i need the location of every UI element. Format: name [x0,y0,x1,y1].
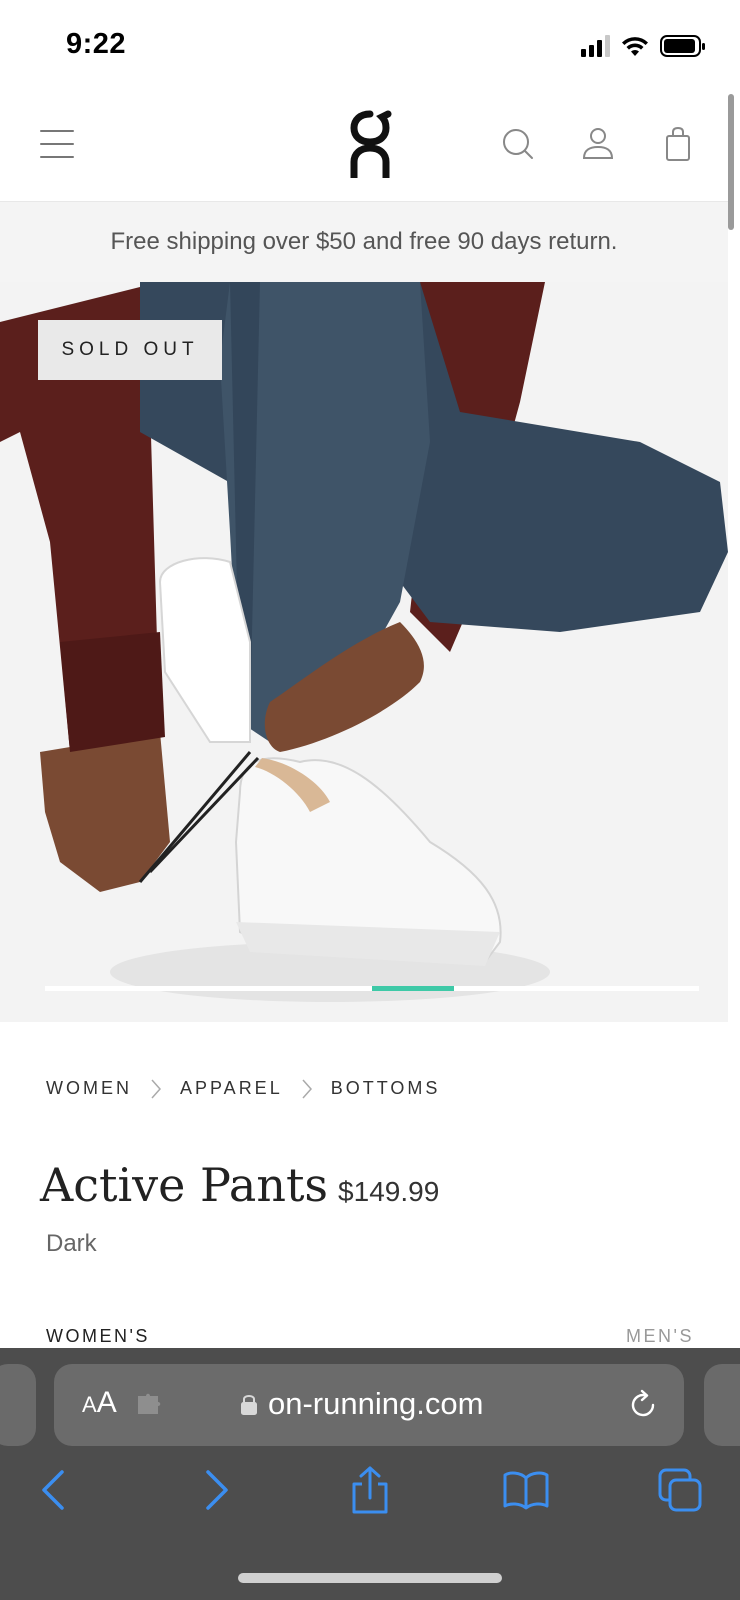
bookmarks-icon[interactable] [502,1466,550,1514]
product-title: Active Pants [40,1158,329,1212]
on-logo[interactable] [344,110,396,182]
wifi-icon [622,37,648,56]
home-indicator[interactable] [238,1573,502,1583]
product-price: $149.99 [338,1176,440,1207]
carousel-progress-indicator [372,986,454,991]
breadcrumb: WOMEN APPAREL BOTTOMS [46,1078,440,1099]
url-text: on-running.com [268,1386,484,1421]
tabs-icon[interactable] [656,1466,704,1514]
battery-icon [660,35,705,57]
size-category-tabs: WOMEN'S MEN'S [46,1326,694,1347]
sold-out-text: SOLD OUT [61,339,199,360]
tab-womens[interactable]: WOMEN'S [46,1326,150,1347]
reload-icon[interactable] [626,1388,660,1422]
breadcrumb-women[interactable]: WOMEN [46,1078,132,1099]
breadcrumb-apparel[interactable]: APPAREL [180,1078,283,1099]
sold-out-badge: SOLD OUT [38,320,222,380]
bag-icon[interactable] [658,124,698,164]
product-image-carousel[interactable]: SOLD OUT [0,282,728,1022]
product-color: Dark [46,1230,97,1257]
tab-mens[interactable]: MEN'S [626,1326,694,1347]
page-scrollbar[interactable] [728,94,734,230]
site-header [0,92,728,202]
status-bar: 9:22 [0,0,740,92]
browser-toolbar [0,1466,740,1526]
extension-puzzle-icon[interactable] [136,1392,166,1418]
cellular-signal-icon [581,35,610,57]
account-icon[interactable] [578,124,618,164]
next-tab-peek[interactable] [704,1364,740,1446]
chevron-right-icon [302,1079,312,1098]
product-heading: Active Pants $149.99 [40,1158,439,1212]
breadcrumb-bottoms[interactable]: BOTTOMS [331,1078,441,1099]
url-display[interactable]: on-running.com [240,1386,483,1422]
status-icons [581,34,706,58]
chevron-right-icon [151,1079,162,1098]
text-size-button[interactable]: AA [82,1386,117,1420]
search-icon[interactable] [498,124,538,164]
back-icon[interactable] [32,1466,80,1514]
announcement-text: Free shipping over $50 and free 90 days … [110,228,618,255]
announcement-bar: Free shipping over $50 and free 90 days … [0,202,728,282]
status-time: 9:22 [66,28,127,60]
forward-icon[interactable] [192,1466,240,1514]
browser-bottom-bar: AA on-running.com [0,1348,740,1600]
lock-icon [241,1395,257,1415]
share-icon[interactable] [346,1466,394,1514]
address-bar[interactable]: AA on-running.com [54,1364,684,1446]
carousel-progress[interactable] [45,986,699,991]
previous-tab-peek[interactable] [0,1364,36,1446]
menu-icon[interactable] [40,130,74,158]
product-photo [0,282,728,1022]
